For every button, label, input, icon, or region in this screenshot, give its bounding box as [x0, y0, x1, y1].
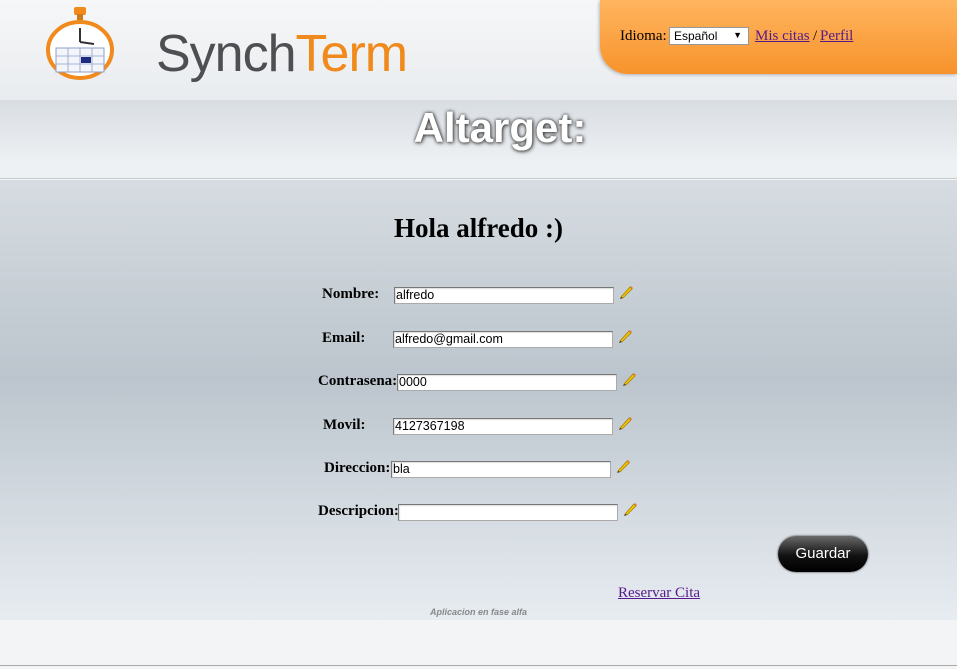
dropdown-arrow-icon: ▼	[733, 30, 742, 40]
pencil-edit-icon[interactable]	[622, 501, 638, 517]
contrasena-input[interactable]: 0000	[397, 374, 617, 391]
reservar-cita-link[interactable]: Reservar Cita	[618, 585, 700, 602]
pencil-edit-icon[interactable]	[615, 458, 631, 474]
movil-label: Movil:	[323, 417, 366, 433]
stopwatch-calendar-logo-icon	[46, 7, 114, 80]
nombre-label: Nombre:	[322, 286, 380, 302]
perfil-link[interactable]: Perfil	[820, 28, 853, 45]
site-title: Altarget:	[413, 104, 587, 151]
link-separator: /	[813, 28, 818, 44]
language-label: Idioma:	[620, 28, 667, 44]
footer-note: Aplicacion en fase alfa	[429, 607, 528, 617]
email-label: Email:	[322, 330, 366, 346]
descripcion-input[interactable]	[398, 504, 618, 521]
movil-input[interactable]: 4127367198	[393, 418, 613, 435]
pencil-edit-icon[interactable]	[617, 415, 633, 431]
logo-text: SynchTerm	[156, 24, 409, 84]
email-input[interactable]: alfredo@gmail.com	[393, 331, 613, 348]
pencil-edit-icon[interactable]	[617, 328, 633, 344]
logo-text-synch: Synch	[156, 25, 297, 83]
language-selected-value: Español	[674, 29, 718, 43]
user-panel: Idioma: Español ▼ Mis citas / Perfil	[600, 0, 957, 74]
divider-band	[0, 164, 957, 179]
descripcion-label: Descripcion:	[318, 503, 399, 519]
greeting-heading: Hola alfredo :)	[394, 213, 563, 243]
pencil-edit-icon[interactable]	[618, 284, 634, 300]
direccion-label: Direccion:	[324, 460, 391, 476]
logo[interactable]: SynchTerm	[44, 4, 408, 86]
bottom-divider	[0, 665, 957, 666]
logo-text-term: Term	[295, 25, 409, 83]
language-select[interactable]: Español ▼	[669, 27, 749, 45]
guardar-button[interactable]: Guardar	[778, 536, 868, 572]
pencil-edit-icon[interactable]	[621, 371, 637, 387]
direccion-input[interactable]: bla	[391, 461, 611, 478]
contrasena-label: Contrasena:	[318, 373, 398, 389]
nombre-input[interactable]: alfredo	[394, 287, 614, 304]
mis-citas-link[interactable]: Mis citas	[755, 28, 810, 45]
